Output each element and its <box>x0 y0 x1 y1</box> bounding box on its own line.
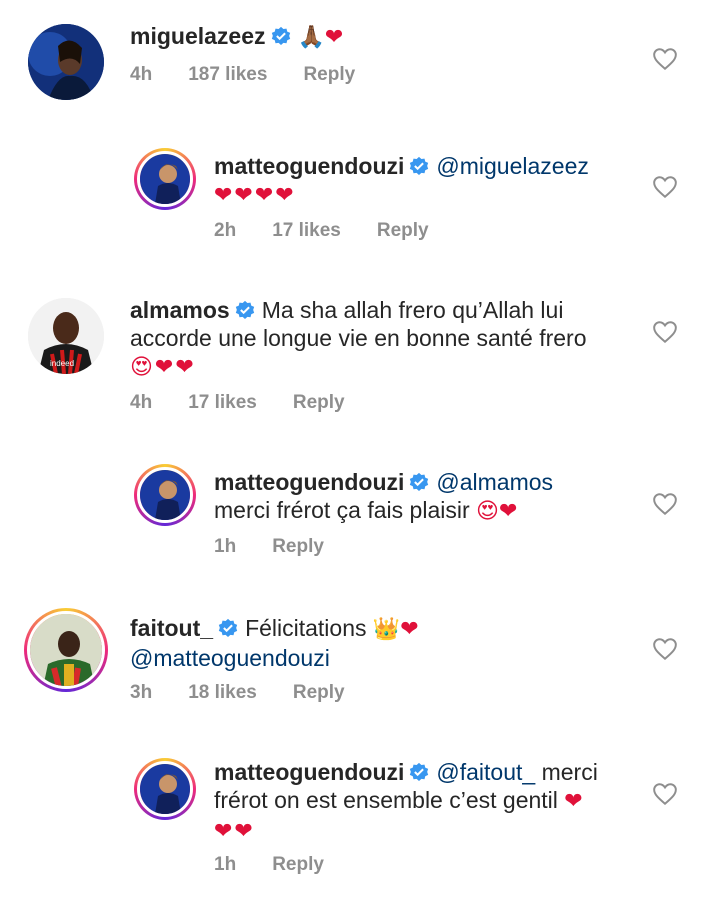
heart-outline-icon[interactable] <box>652 782 678 806</box>
comment-emoji: 😍❤ <box>476 499 518 524</box>
comment-text: miguelazeez 🙏🏾❤ <box>130 22 343 52</box>
verified-badge-icon <box>218 618 238 637</box>
comment-meta: 2h 17 likes Reply <box>214 220 465 242</box>
avatar[interactable] <box>134 758 196 820</box>
username[interactable]: matteoguendouzi <box>214 469 404 495</box>
comment-item: miguelazeez 🙏🏾❤ 4h 187 likes Reply <box>0 0 720 120</box>
mention-link[interactable]: @faitout_ <box>436 759 535 785</box>
comment-body: merci frérot ça fais plaisir <box>214 497 470 523</box>
heart-outline-icon[interactable] <box>652 47 678 71</box>
reply-button[interactable]: Reply <box>377 220 429 241</box>
mention-link[interactable]: @miguelazeez <box>436 153 588 179</box>
comment-text: matteoguendouzi @faitout_ merci frérot on… <box>214 758 598 846</box>
comment-meta: 3h 18 likes Reply <box>130 682 381 704</box>
username[interactable]: faitout_ <box>130 615 213 641</box>
mention-link[interactable]: @almamos <box>436 469 553 495</box>
comment-item: matteoguendouzi @almamos merci frérot ça … <box>0 430 720 590</box>
timestamp: 1h <box>214 854 237 875</box>
comment-emoji: 😍❤❤ <box>130 355 196 380</box>
timestamp: 1h <box>214 536 237 557</box>
verified-badge-icon <box>271 26 290 45</box>
avatar[interactable]: indeed <box>28 298 104 374</box>
timestamp: 2h <box>214 220 237 241</box>
comment-item: matteoguendouzi @miguelazeez ❤❤❤❤ 2h 17 li… <box>0 120 720 280</box>
comment-body-cont: frérot on est ensemble c’est gentil <box>214 787 558 813</box>
svg-text:indeed: indeed <box>50 359 74 368</box>
timestamp: 3h <box>130 682 153 703</box>
avatar[interactable] <box>134 148 196 210</box>
comment-text: matteoguendouzi @almamos merci frérot ça … <box>214 468 553 526</box>
comment-emoji: ❤❤ <box>214 819 255 844</box>
comment-meta: 4h 17 likes Reply <box>130 392 381 414</box>
comment-body-cont: accorde une longue vie en bonne santé fr… <box>130 325 587 351</box>
username[interactable]: matteoguendouzi <box>214 759 404 785</box>
avatar[interactable] <box>28 24 104 100</box>
comment-item: indeed almamos Ma sha allah frero qu’Alla… <box>0 280 720 430</box>
likes-count[interactable]: 17 likes <box>188 392 257 413</box>
likes-count[interactable]: 17 likes <box>272 220 341 241</box>
username[interactable]: matteoguendouzi <box>214 153 404 179</box>
comment-text: almamos Ma sha allah frero qu’Allah lui a… <box>130 296 587 382</box>
comment-emoji-inline: ❤ <box>564 789 583 814</box>
avatar[interactable] <box>24 608 108 692</box>
timestamp: 4h <box>130 392 153 413</box>
likes-count[interactable]: 187 likes <box>188 64 267 85</box>
comment-meta: 4h 187 likes Reply <box>130 64 391 86</box>
comment-body: merci <box>541 759 598 785</box>
comment-body: Ma sha allah frero qu’Allah lui <box>261 297 564 323</box>
comment-item: matteoguendouzi @faitout_ merci frérot on… <box>0 740 720 905</box>
reply-button[interactable]: Reply <box>293 682 345 703</box>
reply-button[interactable]: Reply <box>303 64 355 85</box>
mention-link[interactable]: @matteoguendouzi <box>130 645 330 671</box>
verified-badge-icon <box>410 472 429 491</box>
reply-button[interactable]: Reply <box>272 536 324 557</box>
heart-outline-icon[interactable] <box>652 320 678 344</box>
likes-count[interactable]: 18 likes <box>188 682 257 703</box>
reply-button[interactable]: Reply <box>272 854 324 875</box>
comment-meta: 1h Reply <box>214 854 360 876</box>
username[interactable]: miguelazeez <box>130 23 266 49</box>
verified-badge-icon <box>410 762 429 781</box>
comment-text: faitout_ Félicitations 👑❤ @matteoguendouz… <box>130 614 419 672</box>
comment-meta: 1h Reply <box>214 536 360 558</box>
heart-outline-icon[interactable] <box>652 637 678 661</box>
comment-text: matteoguendouzi @miguelazeez ❤❤❤❤ <box>214 152 589 210</box>
heart-outline-icon[interactable] <box>652 175 678 199</box>
verified-badge-icon <box>235 300 254 319</box>
comment-body: Félicitations <box>245 615 367 641</box>
comment-emoji: 👑❤ <box>372 617 419 642</box>
avatar[interactable] <box>134 464 196 526</box>
username[interactable]: almamos <box>130 297 230 323</box>
comment-item: faitout_ Félicitations 👑❤ @matteoguendouz… <box>0 590 720 740</box>
heart-outline-icon[interactable] <box>652 492 678 516</box>
comment-emoji: ❤❤❤❤ <box>214 183 296 208</box>
verified-badge-icon <box>410 156 429 175</box>
timestamp: 4h <box>130 64 153 85</box>
reply-button[interactable]: Reply <box>293 392 345 413</box>
comment-emoji: 🙏🏾❤ <box>297 25 344 50</box>
